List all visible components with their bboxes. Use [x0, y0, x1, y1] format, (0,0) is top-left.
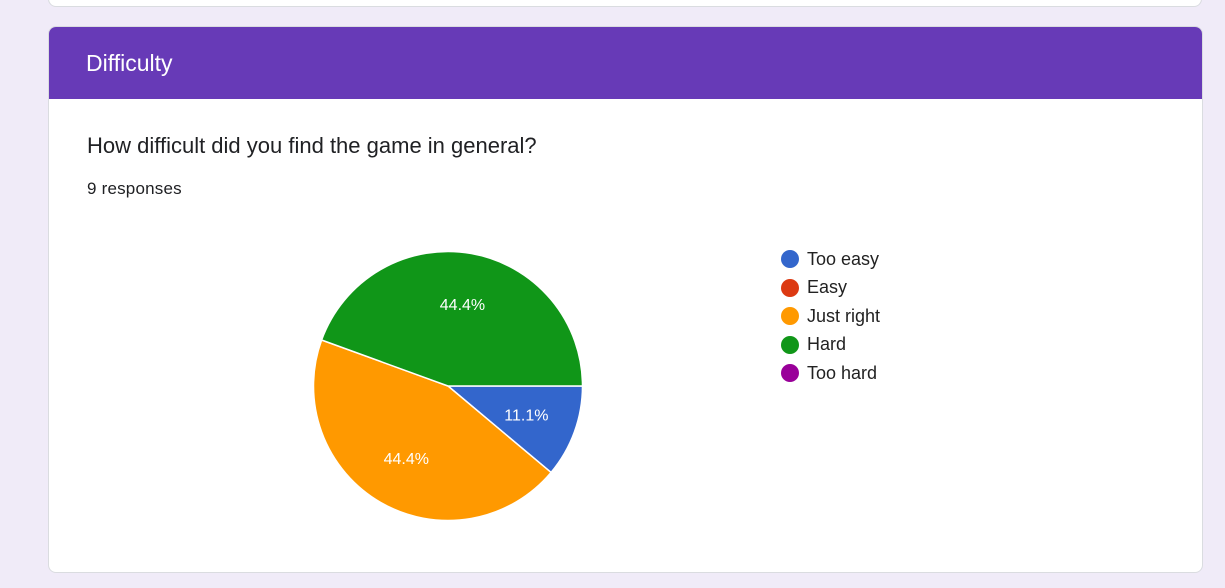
- pie-chart[interactable]: 11.1% 44.4% 44.4%: [49, 27, 1202, 572]
- legend-label: Too hard: [807, 362, 878, 383]
- legend-label: Hard: [807, 334, 847, 354]
- previous-card: [48, 0, 1202, 7]
- legend-label: Just right: [807, 305, 881, 326]
- legend-swatch: [781, 278, 799, 297]
- legend-item-too-easy[interactable]: Too easy: [781, 249, 879, 269]
- legend-swatch: [781, 335, 799, 354]
- legend-swatch: [781, 364, 799, 382]
- pie-label-too-easy: 11.1%: [504, 408, 548, 425]
- legend-item-easy[interactable]: Easy: [781, 277, 848, 298]
- legend-swatch: [781, 250, 799, 268]
- legend-label: Too easy: [807, 248, 880, 269]
- legend-swatch: [781, 307, 799, 325]
- legend-item-just-right[interactable]: Just right: [781, 306, 880, 326]
- legend-label: Easy: [807, 277, 848, 297]
- pie-label-hard: 44.4%: [440, 297, 485, 314]
- legend-item-too-hard[interactable]: Too hard: [781, 363, 877, 383]
- section-card: Difficulty How difficult did you find th…: [48, 26, 1203, 573]
- pie-label-just-right: 44.4%: [384, 451, 429, 468]
- legend-item-hard[interactable]: Hard: [781, 334, 847, 355]
